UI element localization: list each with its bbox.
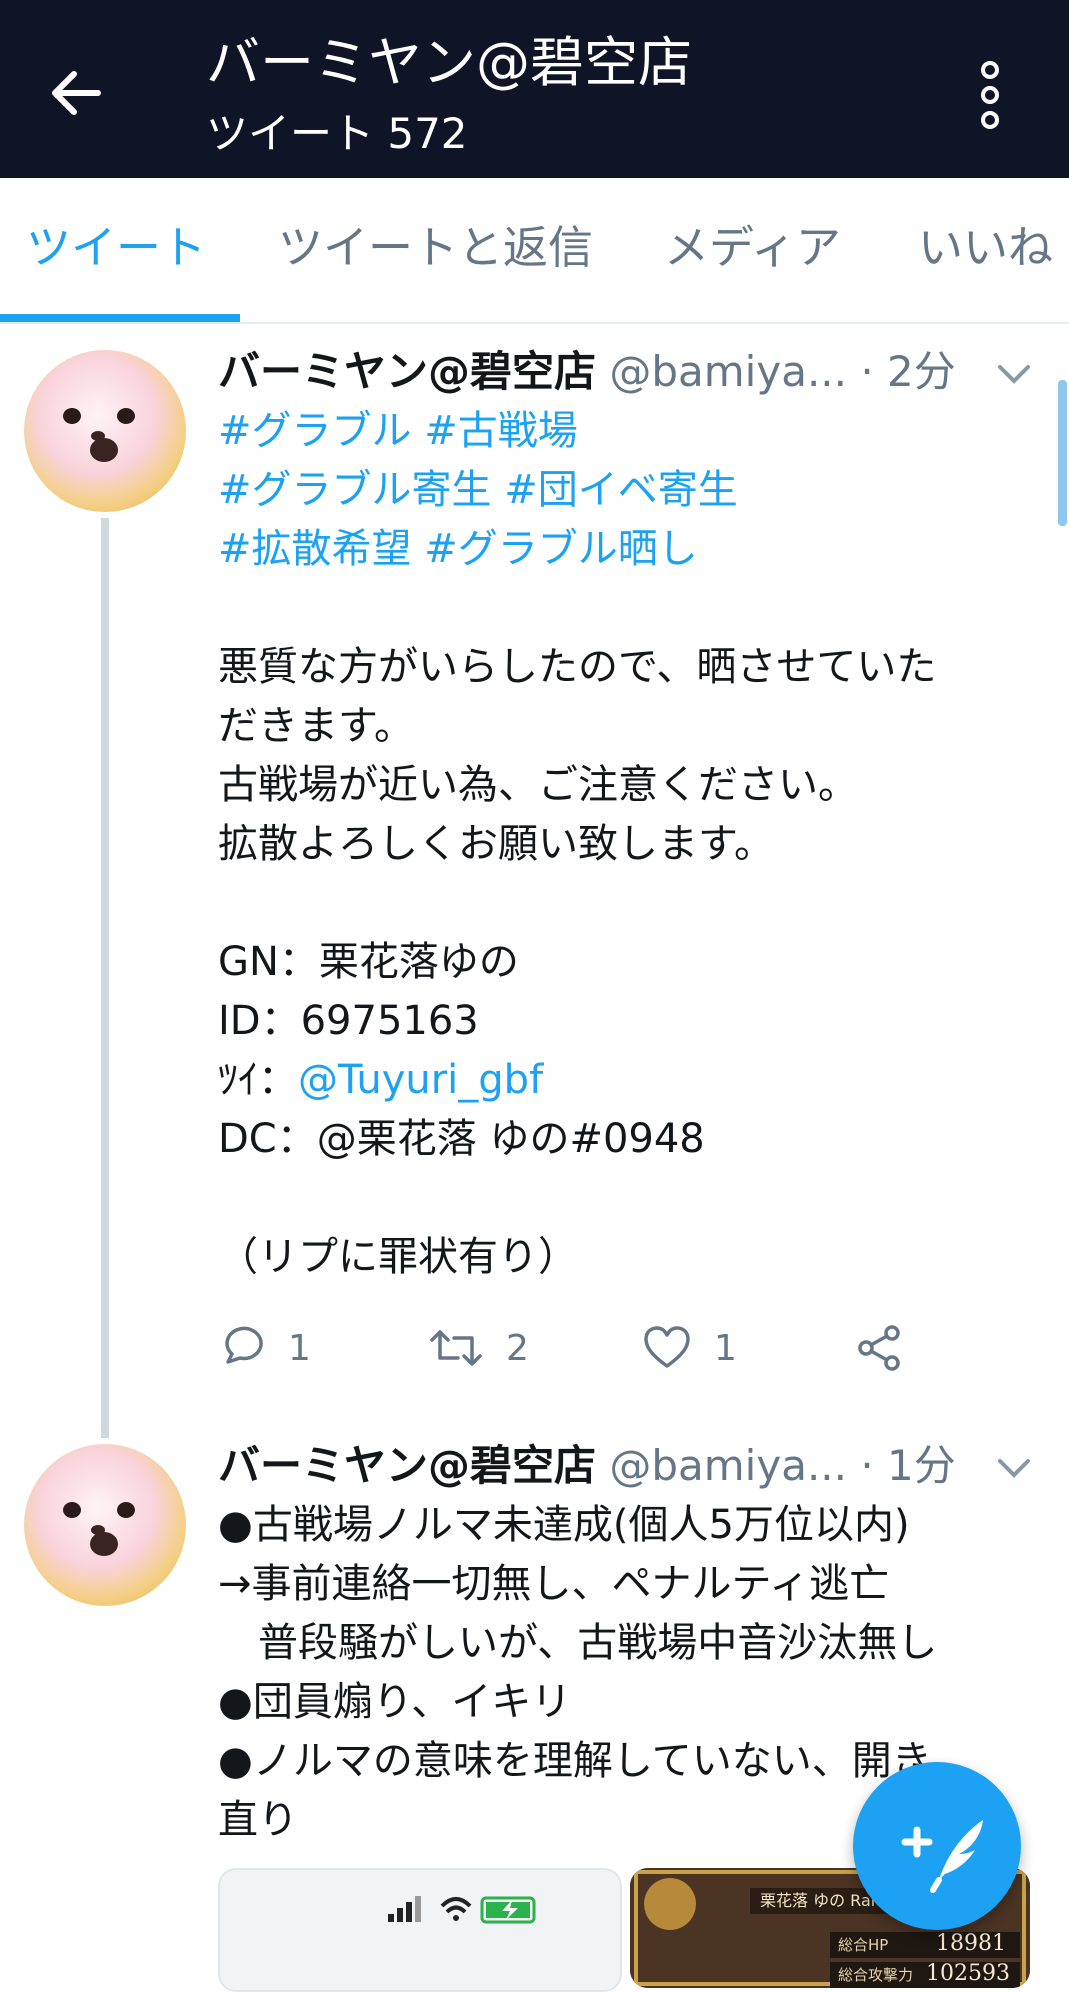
reply-icon — [225, 1326, 263, 1364]
media-image-phone-screenshot[interactable] — [218, 1868, 622, 1992]
tweet-line: ID：6975163 — [218, 998, 479, 1044]
tweet-line: 普段騒がしいが、古戦場中音沙汰無し — [218, 1620, 938, 1666]
author-handle[interactable]: @bamiya... — [609, 347, 847, 396]
tab-tweets-and-replies[interactable]: ツイートと返信 — [278, 218, 593, 278]
hashtag-line[interactable]: #グラブル寄生 #団イベ寄生 — [218, 461, 1058, 520]
tab-media[interactable]: メディア — [664, 218, 841, 278]
author-name[interactable]: バーミヤン@碧空店 — [218, 1441, 596, 1490]
game-hp-value: 18981 — [936, 1931, 1006, 1956]
chevron-down-icon[interactable] — [996, 1456, 1032, 1480]
profile-header: バーミヤン@碧空店 ツイート 572 — [0, 0, 1069, 178]
game-hp-label: 総合HP — [838, 1936, 889, 1954]
retweet-count: 2 — [506, 1327, 529, 1369]
twitter-label: ﾂｲ： — [218, 1057, 298, 1103]
game-atk-label: 総合攻撃力 — [838, 1966, 914, 1984]
mention-link[interactable]: @Tuyuri_gbf — [298, 1057, 543, 1103]
reply-button[interactable]: 1 — [218, 1318, 311, 1378]
tweet-line: ●団員煽り、イキリ — [218, 1679, 572, 1725]
tweet-line: 拡散よろしくお願い致します。 — [218, 821, 774, 867]
tab-tweets[interactable]: ツイート — [26, 218, 206, 278]
status-bar-image — [388, 1896, 536, 1924]
retweet-button[interactable]: 2 — [428, 1318, 529, 1378]
seal-avatar-image — [24, 350, 186, 512]
tweet-line: （リプに罪状有り） — [218, 1234, 578, 1280]
more-vertical-icon[interactable] — [970, 60, 1010, 130]
tweet-time: · 2分 — [860, 347, 956, 396]
tweet-line: →事前連絡一切無し、ペナルティ逃亡 — [218, 1561, 890, 1607]
back-arrow-icon[interactable] — [44, 62, 106, 124]
profile-name-title: バーミヤン@碧空店 — [206, 31, 692, 94]
tweet-line: 古戦場が近い為、ご注意ください。 — [218, 762, 858, 808]
compose-tweet-button[interactable] — [853, 1762, 1021, 1930]
scrollbar-thumb[interactable] — [1058, 380, 1067, 526]
tweet-line: だきます。 — [218, 703, 414, 749]
share-button[interactable] — [854, 1318, 926, 1378]
author-handle[interactable]: @bamiya... — [609, 1441, 847, 1490]
tab-likes[interactable]: いいね — [918, 218, 1053, 278]
chevron-down-icon[interactable] — [996, 362, 1032, 386]
reply-count: 1 — [288, 1327, 311, 1369]
tweet-line: GN：栗花落ゆの — [218, 939, 519, 985]
hashtag-line[interactable]: #グラブル #古戦場 — [218, 402, 1058, 461]
tweet-line: ●古戦場ノルマ未達成(個人5万位以内) — [218, 1502, 910, 1548]
seal-avatar-image — [24, 1444, 186, 1606]
tweet-line: DC：@栗花落 ゆの#0948 — [218, 1116, 705, 1162]
game-atk-value: 102593 — [926, 1961, 1010, 1986]
hashtag-line[interactable]: #拡散希望 #グラブル晒し — [218, 520, 1058, 579]
tweet-line: ﾂｲ：@Tuyuri_gbf — [218, 1051, 1058, 1110]
avatar[interactable] — [24, 1444, 186, 1606]
like-button[interactable]: 1 — [642, 1318, 737, 1378]
profile-tabs: ツイート ツイートと返信 メディア いいね — [0, 178, 1069, 324]
share-icon — [858, 1325, 900, 1371]
thread-connector-line — [101, 518, 109, 1438]
author-name[interactable]: バーミヤン@碧空店 — [218, 347, 596, 396]
like-icon — [644, 1326, 690, 1368]
tweet-text: #グラブル #古戦場 #グラブル寄生 #団イベ寄生 #拡散希望 #グラブル晒し … — [218, 402, 1058, 1287]
tweet-header: バーミヤン@碧空店 @bamiya... · 2分 — [218, 342, 956, 402]
compose-tweet-icon — [901, 1820, 983, 1893]
like-count: 1 — [714, 1327, 737, 1369]
tweet-line: 悪質な方がいらしたので、晒させていた — [218, 644, 937, 690]
tweet-header: バーミヤン@碧空店 @bamiya... · 1分 — [218, 1436, 956, 1496]
active-tab-indicator — [0, 314, 240, 322]
tweet-count: ツイート 572 — [206, 109, 468, 158]
tweet-actions: 1 2 1 — [218, 1318, 1018, 1378]
tweet-time: · 1分 — [860, 1441, 956, 1490]
avatar[interactable] — [24, 350, 186, 512]
retweet-icon — [430, 1330, 482, 1366]
